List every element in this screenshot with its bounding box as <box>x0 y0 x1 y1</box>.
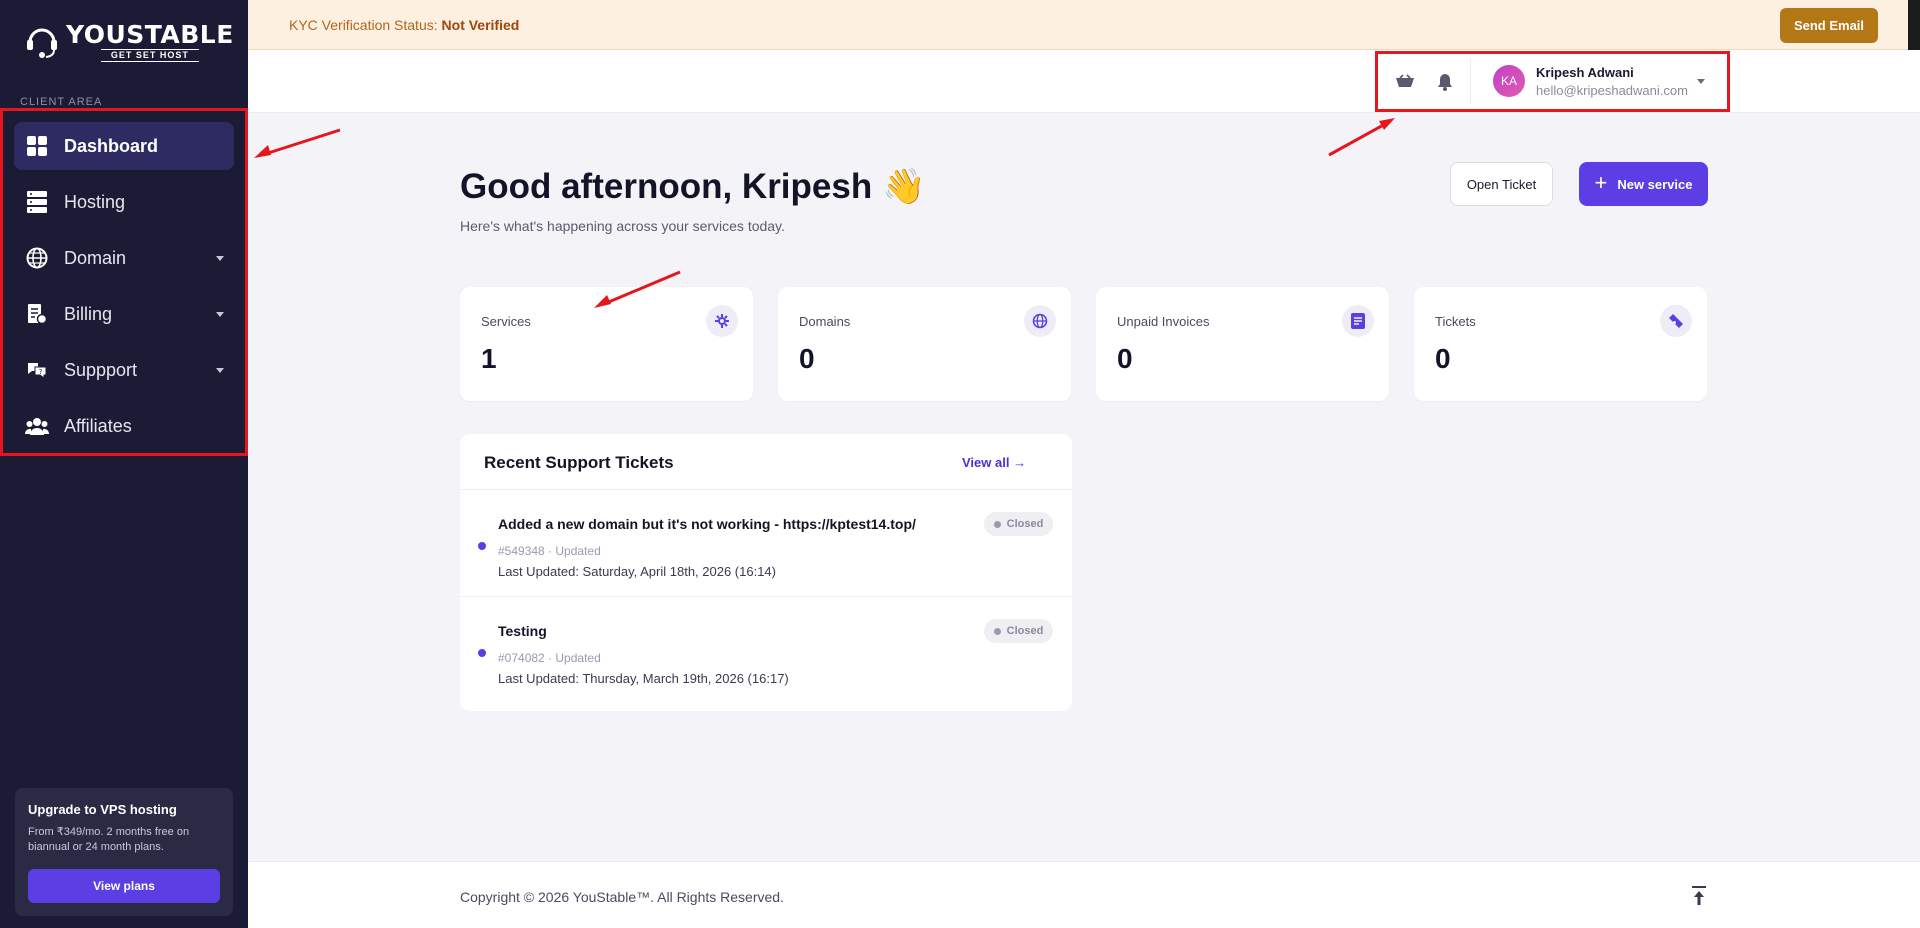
brand-logo[interactable]: YOUSTABLE GET SET HOST <box>24 22 234 62</box>
sidebar-section-label: CLIENT AREA <box>20 96 103 108</box>
copyright-text: Copyright © 2026 YouStable™. All Rights … <box>460 889 784 905</box>
sidebar-item-domain[interactable]: Domain <box>14 230 234 286</box>
ticket-icon <box>1660 305 1692 337</box>
sidebar-item-label: Affiliates <box>64 415 132 436</box>
view-plans-button[interactable]: View plans <box>28 869 220 903</box>
sidebar-item-support[interactable]: ? Suppport <box>14 342 234 398</box>
new-service-button[interactable]: + New service <box>1579 162 1708 206</box>
status-badge: Closed <box>984 512 1053 536</box>
grid-icon <box>24 133 50 159</box>
support-chat-icon: ? <box>24 357 50 383</box>
status-dot-icon <box>993 627 1001 635</box>
sidebar-item-label: Billing <box>64 303 113 324</box>
ticket-last-updated: Last Updated: Thursday, March 19th, 2026… <box>498 671 789 686</box>
status-label: Closed <box>1006 625 1044 637</box>
sidebar: YOUSTABLE GET SET HOST CLIENT AREA Dashb… <box>0 0 248 928</box>
recent-tickets-panel: Recent Support Tickets View all → Added … <box>460 434 1072 711</box>
sidebar-nav: Dashboard Hosting Domain Billing ? Suppp… <box>14 122 234 454</box>
sidebar-item-billing[interactable]: Billing <box>14 286 234 342</box>
sidebar-item-hosting[interactable]: Hosting <box>14 174 234 230</box>
stat-label: Services <box>481 314 531 329</box>
stat-label: Tickets <box>1435 314 1476 329</box>
document-icon <box>1342 305 1374 337</box>
stat-label: Domains <box>799 314 851 329</box>
panel-header: Recent Support Tickets View all → <box>460 434 1072 490</box>
ticket-last-updated: Last Updated: Saturday, April 18th, 2026… <box>498 564 776 579</box>
footer: Copyright © 2026 YouStable™. All Rights … <box>248 861 1920 928</box>
ticket-row[interactable]: Testing #074082 · Updated Last Updated: … <box>460 597 1072 704</box>
sidebar-item-dashboard[interactable]: Dashboard <box>14 122 234 170</box>
server-icon <box>24 189 50 215</box>
stat-card-domains[interactable]: Domains 0 <box>778 287 1071 401</box>
globe-icon <box>1024 305 1056 337</box>
annotation-arrow-sidebar <box>254 128 341 158</box>
page-subtitle: Here's what's happening across your serv… <box>460 218 785 234</box>
status-label: Closed <box>1006 518 1044 530</box>
brand-name: YOUSTABLE <box>66 20 234 49</box>
ticket-row[interactable]: Added a new domain but it's not working … <box>460 490 1072 597</box>
stat-value: 0 <box>1117 343 1133 374</box>
kyc-status-text: KYC Verification Status: Not Verified <box>289 17 519 33</box>
sidebar-item-label: Domain <box>64 247 127 268</box>
ticket-subject[interactable]: Testing <box>498 623 547 639</box>
scroll-to-top-icon[interactable] <box>1689 885 1709 907</box>
stat-value: 1 <box>481 343 497 374</box>
plus-icon: + <box>1594 170 1608 195</box>
invoice-icon <box>24 301 50 327</box>
chevron-down-icon <box>216 256 224 261</box>
ticket-meta: #074082 · Updated <box>498 651 601 665</box>
unread-dot <box>478 649 486 657</box>
upgrade-title: Upgrade to VPS hosting <box>28 802 177 817</box>
services-icon <box>706 305 738 337</box>
new-service-label: New service <box>1617 176 1693 192</box>
sidebar-item-label: Suppport <box>64 359 138 380</box>
page-title: Good afternoon, Kripesh 👋 <box>460 167 926 206</box>
upgrade-description: From ₹349/mo. 2 months free on biannual … <box>28 826 190 853</box>
svg-text:?: ? <box>39 368 43 376</box>
sidebar-item-affiliates[interactable]: Affiliates <box>14 398 234 454</box>
open-ticket-button[interactable]: Open Ticket <box>1450 162 1553 206</box>
chevron-down-icon <box>216 312 224 317</box>
stat-card-services[interactable]: Services 1 <box>460 287 753 401</box>
kyc-status: Not Verified <box>441 17 520 33</box>
send-email-button[interactable]: Send Email <box>1780 8 1878 43</box>
globe-icon <box>24 245 50 271</box>
users-icon <box>24 413 50 439</box>
unread-dot <box>478 542 486 550</box>
stat-label: Unpaid Invoices <box>1117 314 1210 329</box>
ticket-subject[interactable]: Added a new domain but it's not working … <box>498 516 916 532</box>
stat-value: 0 <box>1435 343 1451 374</box>
upgrade-card: Upgrade to VPS hosting From ₹349/mo. 2 m… <box>15 788 233 916</box>
kyc-banner: KYC Verification Status: Not Verified Se… <box>248 0 1920 70</box>
view-all-link[interactable]: View all → <box>962 455 1026 470</box>
annotation-arrow-topbar <box>1328 118 1395 157</box>
stat-card-unpaid-invoices[interactable]: Unpaid Invoices 0 <box>1096 287 1389 401</box>
status-badge: Closed <box>984 619 1053 643</box>
sidebar-item-label: Dashboard <box>64 135 159 156</box>
sidebar-item-label: Hosting <box>64 191 126 212</box>
chevron-down-icon <box>216 368 224 373</box>
stat-card-tickets[interactable]: Tickets 0 <box>1414 287 1707 401</box>
headset-logo-icon <box>27 28 57 58</box>
ticket-meta: #549348 · Updated <box>498 544 601 558</box>
brand-tagline: GET SET HOST <box>100 49 199 62</box>
panel-title: Recent Support Tickets <box>484 453 674 472</box>
status-dot-icon <box>993 520 1001 528</box>
annotation-box-topbar <box>1375 51 1730 112</box>
kyc-label: KYC Verification Status: <box>289 17 438 33</box>
stat-value: 0 <box>799 343 815 374</box>
